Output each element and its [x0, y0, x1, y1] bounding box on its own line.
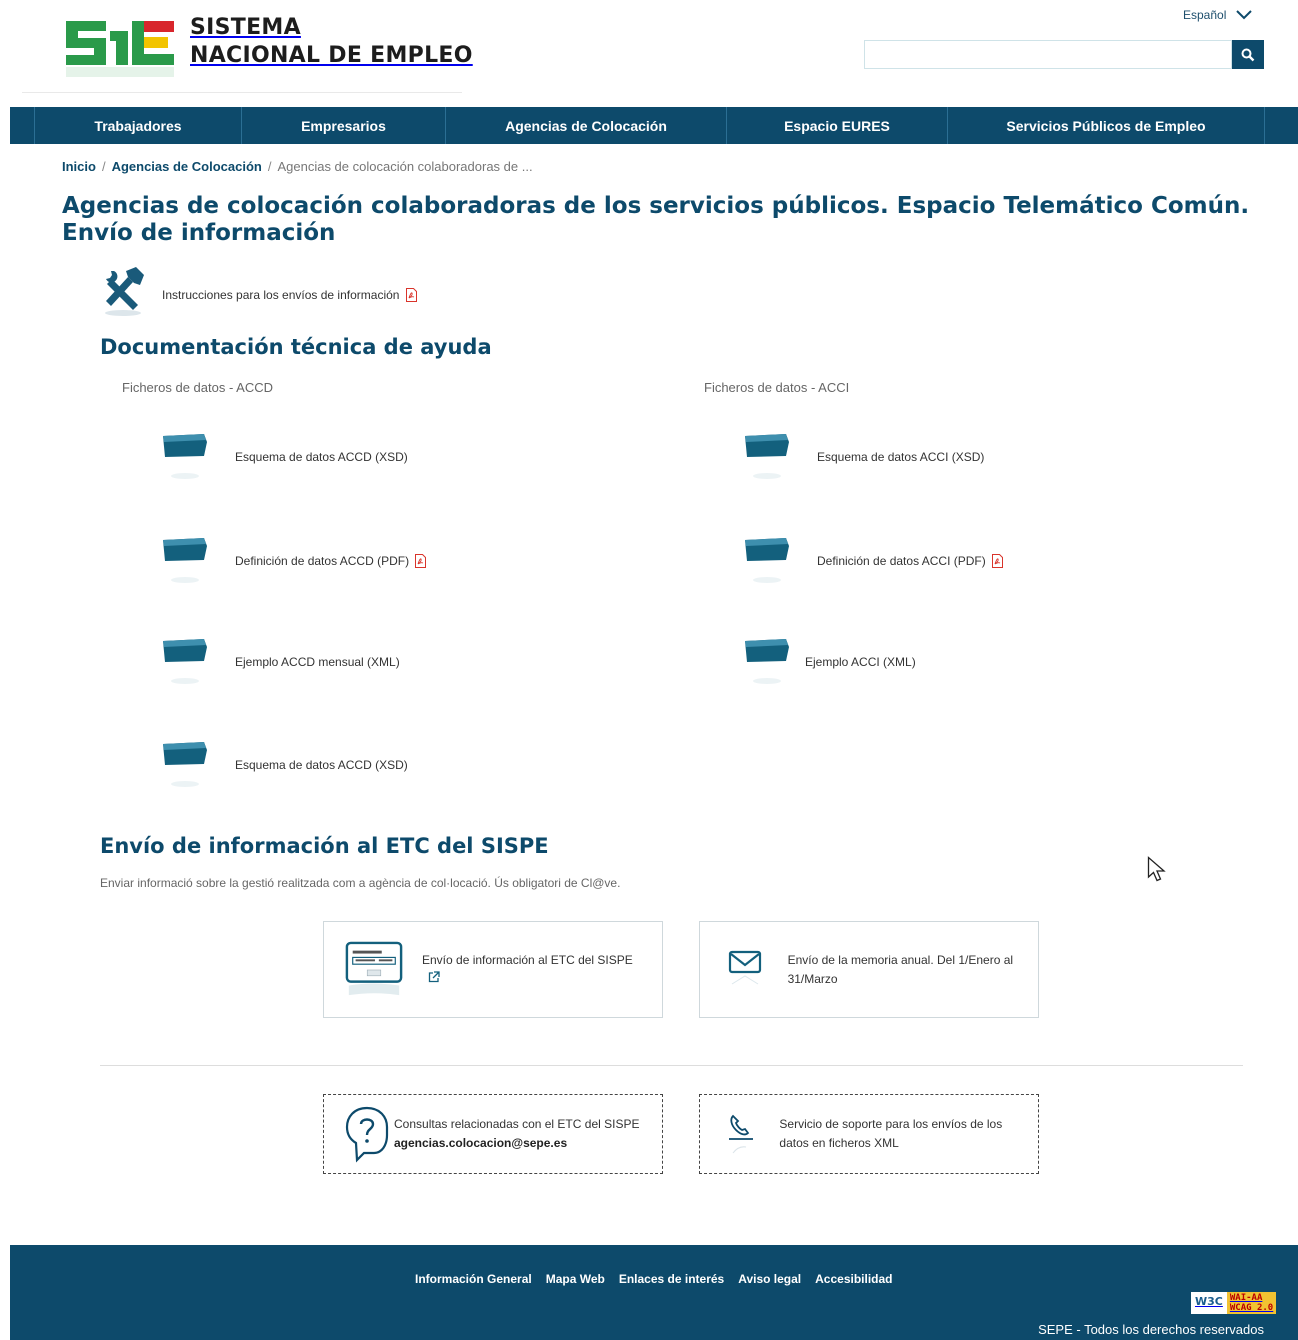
footer-links: Información General Mapa Web Enlaces de … — [415, 1272, 893, 1286]
language-selector[interactable]: Español — [1183, 8, 1253, 22]
card-label: Servicio de soporte para los envíos de l… — [779, 1117, 1003, 1150]
id-card-icon — [345, 941, 403, 995]
doc-label: Esquema de datos ACCI (XSD) — [817, 450, 985, 464]
nav-item-eures[interactable]: Espacio EURES — [726, 107, 947, 144]
logo-text: SISTEMA NACIONAL DE EMPLEO — [190, 15, 473, 68]
xml-support-card[interactable]: Servicio de soporte para los envíos de l… — [699, 1094, 1039, 1174]
sne-logo-mark — [62, 15, 176, 77]
pdf-icon — [406, 288, 418, 302]
etc-inquiries-card[interactable]: Consultas relacionadas con el ETC del SI… — [323, 1094, 663, 1174]
pdf-icon — [415, 554, 427, 568]
question-head-icon — [345, 1106, 389, 1163]
copyright: SEPE - Todos los derechos reservados — [1038, 1322, 1264, 1337]
doc-accd-xsd-2-link[interactable]: Esquema de datos ACCD (XSD) — [162, 740, 408, 790]
footer: Información General Mapa Web Enlaces de … — [10, 1245, 1298, 1340]
support-email[interactable]: agencias.colocacion@sepe.es — [394, 1136, 567, 1150]
etc-send-card[interactable]: Envío de información al ETC del SISPE — [323, 921, 663, 1018]
page-title: Agencias de colocación colaboradoras de … — [62, 193, 1250, 246]
site-logo[interactable]: SISTEMA NACIONAL DE EMPLEO — [62, 14, 473, 77]
footer-link-info-general[interactable]: Información General — [415, 1272, 532, 1286]
folder-icon — [745, 434, 789, 479]
folder-icon — [163, 434, 207, 479]
folder-icon — [163, 639, 207, 684]
card-text: Envío de información al ETC del SISPE — [422, 951, 633, 989]
card-text: Consultas relacionadas con el ETC del SI… — [394, 1115, 642, 1153]
breadcrumb-current: Agencias de colocación colaboradoras de … — [277, 159, 533, 174]
breadcrumb: Inicio / Agencias de Colocación / Agencias d… — [62, 159, 533, 174]
footer-link-accesibilidad[interactable]: Accesibilidad — [815, 1272, 892, 1286]
w3c-wai-badge[interactable]: W3C WAI-AA WCAG 2.0 — [1191, 1292, 1277, 1314]
search-input[interactable] — [864, 40, 1232, 69]
breadcrumb-home[interactable]: Inicio — [62, 159, 96, 174]
main-nav: Trabajadores Empresarios Agencias de Col… — [10, 107, 1298, 144]
mouse-cursor-icon — [1147, 856, 1166, 882]
nav-item-trabajadores[interactable]: Trabajadores — [34, 107, 241, 144]
language-label: Español — [1183, 8, 1227, 22]
envelope-icon — [728, 950, 761, 984]
nav-item-empresarios[interactable]: Empresarios — [241, 107, 445, 144]
footer-link-enlaces[interactable]: Enlaces de interés — [619, 1272, 724, 1286]
instructions-row: Instrucciones para los envíos de informa… — [100, 265, 418, 317]
doc-acci-xml-link[interactable]: Ejemplo ACCI (XML) — [744, 637, 916, 687]
doc-label: Esquema de datos ACCD (XSD) — [235, 450, 408, 464]
card-label: Envío de la memoria anual. Del 1/Enero a… — [787, 952, 1014, 986]
doc-acci-pdf-link[interactable]: Definición de datos ACCI (PDF) — [744, 536, 1003, 586]
doc-label: Ejemplo ACCI (XML) — [805, 655, 916, 669]
doc-accd-pdf-link[interactable]: Definición de datos ACCD (PDF) — [162, 536, 427, 586]
breadcrumb-separator: / — [267, 159, 272, 174]
card-icon — [344, 940, 404, 1000]
search-button[interactable] — [1232, 40, 1264, 69]
footer-link-sitemap[interactable]: Mapa Web — [546, 1272, 605, 1286]
doc-label: Definición de datos ACCD (PDF) — [235, 554, 410, 568]
doc-accd-xml-link[interactable]: Ejemplo ACCD mensual (XML) — [162, 637, 400, 687]
search-icon — [1241, 48, 1255, 61]
documentation-title: Documentación técnica de ayuda — [100, 335, 492, 359]
folder-icon — [163, 742, 207, 787]
wai-label: WAI-AA WCAG 2.0 — [1226, 1292, 1277, 1314]
pdf-icon — [991, 554, 1003, 568]
instructions-label: Instrucciones para los envíos de informa… — [162, 288, 400, 302]
external-link-icon — [428, 970, 440, 982]
folder-icon — [163, 538, 207, 583]
card-label: Envío de información al ETC del SISPE — [422, 952, 633, 967]
folder-icon — [745, 538, 789, 583]
breadcrumb-parent[interactable]: Agencias de Colocación — [112, 159, 262, 174]
breadcrumb-separator: / — [101, 159, 106, 174]
etc-description: Enviar informació sobre la gestió realit… — [100, 876, 621, 890]
acci-column-label: Ficheros de datos - ACCI — [704, 380, 850, 395]
annual-report-card[interactable]: Envío de la memoria anual. Del 1/Enero a… — [699, 921, 1039, 1018]
phone-icon — [728, 1114, 753, 1154]
card-label: Consultas relacionadas con el ETC del SI… — [394, 1117, 640, 1131]
footer-link-aviso-legal[interactable]: Aviso legal — [738, 1272, 801, 1286]
accd-column-label: Ficheros de datos - ACCD — [122, 380, 274, 395]
chevron-down-icon — [1236, 10, 1253, 20]
nav-item-servicios-publicos[interactable]: Servicios Públicos de Empleo — [947, 107, 1264, 144]
tools-icon — [105, 267, 144, 316]
doc-label: Ejemplo ACCD mensual (XML) — [235, 655, 400, 669]
etc-section-title: Envío de información al ETC del SISPE — [100, 834, 549, 858]
section-divider — [100, 1065, 1243, 1066]
w3c-label: W3C — [1191, 1292, 1227, 1314]
nav-spacer — [1264, 107, 1298, 144]
folder-icon — [745, 639, 789, 684]
doc-acci-xsd-link[interactable]: Esquema de datos ACCI (XSD) — [744, 432, 984, 482]
header-divider — [22, 92, 462, 93]
doc-label: Definición de datos ACCI (PDF) — [817, 554, 986, 568]
card-icon — [720, 1113, 761, 1155]
card-icon — [720, 950, 770, 990]
card-icon — [344, 1105, 390, 1163]
search-bar — [864, 40, 1264, 69]
nav-item-agencias[interactable]: Agencias de Colocación — [445, 107, 726, 144]
instructions-link[interactable]: Instrucciones para los envíos de informa… — [162, 288, 418, 302]
doc-accd-xsd-link[interactable]: Esquema de datos ACCD (XSD) — [162, 432, 408, 482]
doc-label: Esquema de datos ACCD (XSD) — [235, 758, 408, 772]
